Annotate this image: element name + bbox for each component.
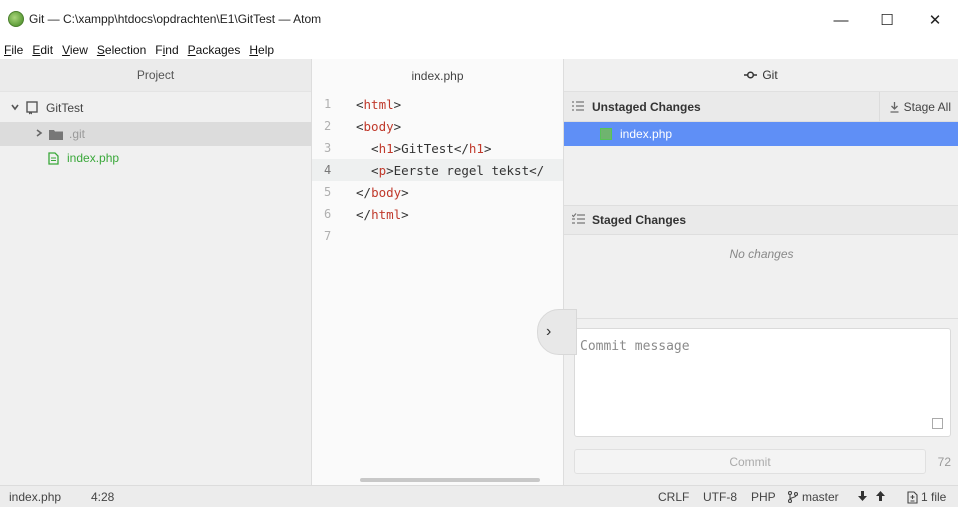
code-line[interactable]: 2 <body> [312,115,563,137]
staged-changes-title: Staged Changes [592,213,687,227]
staged-changes-header: Staged Changes [564,205,958,235]
code-line[interactable]: 1 <html> [312,93,563,115]
menu-file[interactable]: File [4,43,23,57]
commit-message-field[interactable]: Commit message [574,328,951,437]
git-commit-icon [744,70,758,80]
unstaged-changes-title: Unstaged Changes [592,99,701,114]
list-icon [564,100,592,114]
line-number: 4 [324,163,332,177]
close-button[interactable]: ✕ [912,0,958,40]
menu-find[interactable]: Find [155,43,178,57]
tree-root-label: GitTest [46,101,84,115]
line-number: 3 [324,141,332,155]
editor-pane[interactable]: index.php 1 <html> 2 <body> 3 <h1>GitTes… [312,59,563,485]
git-branch-icon [788,491,798,503]
menu-selection[interactable]: Selection [97,43,146,57]
arrow-down-icon[interactable] [858,491,867,501]
atom-app-icon [8,11,24,27]
commit-char-count: 72 [937,455,951,469]
download-icon [890,101,899,113]
chevron-right-icon[interactable] [32,128,46,141]
code-line[interactable]: 5 </body> [312,181,563,203]
window-title: Git — C:\xampp\htdocs\opdrachten\E1\GitT… [29,12,322,26]
unstaged-file-item[interactable]: index.php [564,122,958,146]
no-staged-changes-text: No changes [729,247,794,261]
status-changed-files-label: 1 file [921,490,947,504]
status-line-ending[interactable]: CRLF [658,490,689,504]
commit-message-placeholder: Commit message [580,339,690,354]
code-text: </html> [356,206,409,222]
commit-button[interactable]: Commit [574,449,926,474]
stage-all-button[interactable]: Stage All [878,92,958,122]
tree-root-gittest[interactable]: GitTest [0,96,312,120]
code-line[interactable]: 7 [312,225,563,247]
chevron-down-icon[interactable] [8,102,22,115]
menu-edit[interactable]: Edit [32,43,53,57]
line-number: 5 [324,185,332,199]
editor-tab-index-php[interactable]: index.php [312,59,563,92]
status-grammar[interactable]: PHP [751,490,776,504]
tree-item-index-php[interactable]: index.php [0,146,312,170]
repository-icon [26,101,38,115]
status-branch[interactable]: master [788,490,839,504]
diff-file-icon [907,490,918,504]
line-number: 7 [324,229,332,243]
dock-toggle-button[interactable]: › [537,309,577,355]
divider [564,318,958,319]
project-tree-panel: Project GitTest .git index.php [0,59,312,485]
code-line-current[interactable]: 4 <p>Eerste regel tekst</ [312,159,563,181]
tree-item-git-folder[interactable]: .git [0,122,312,146]
status-branch-label: master [802,490,839,504]
maximize-button[interactable]: ☐ [864,0,910,40]
menu-packages[interactable]: Packages [188,43,241,57]
status-file-name[interactable]: index.php [9,490,61,504]
menu-view[interactable]: View [62,43,88,57]
code-text: <body> [356,118,402,134]
push-pull-controls[interactable] [858,491,885,501]
file-added-icon [48,151,59,165]
code-text: <h1>GitTest</h1> [356,140,492,156]
status-encoding[interactable]: UTF-8 [703,490,737,504]
tree-item-label: index.php [67,151,120,165]
code-text: <p>Eerste regel tekst</ [356,162,545,178]
folder-icon [49,129,63,140]
status-cursor-position[interactable]: 4:28 [91,490,114,504]
menu-help[interactable]: Help [249,43,274,57]
horizontal-scrollbar[interactable] [360,478,540,482]
status-bar: index.php 4:28 CRLF UTF-8 PHP master 1 f… [0,485,958,507]
line-number: 1 [324,97,332,111]
chevron-right-icon: › [546,323,552,340]
status-changed-files[interactable]: 1 file [907,490,946,504]
arrow-up-icon[interactable] [876,491,885,501]
stage-all-label: Stage All [903,100,951,114]
code-line[interactable]: 3 <h1>GitTest</h1> [312,137,563,159]
code-text: </body> [356,184,409,200]
tree-header: Project [0,59,311,92]
menu-bar: File Edit View Selection Find Packages H… [0,40,958,59]
title-bar: Git — C:\xampp\htdocs\opdrachten\E1\GitT… [0,0,958,40]
unstaged-file-name: index.php [620,127,673,141]
minimize-button[interactable]: — [818,0,864,40]
file-added-icon [600,128,612,140]
code-text: <html> [356,96,402,112]
line-number: 2 [324,119,332,133]
git-tab-label: Git [762,68,778,82]
git-panel: Git Unstaged Changes Stage All index.php… [563,59,958,485]
expand-editor-icon[interactable] [932,418,943,429]
git-tab[interactable]: Git [564,59,958,92]
tree-item-label: .git [69,127,86,141]
unstaged-changes-header: Unstaged Changes Stage All [564,92,958,122]
checklist-icon [564,213,592,227]
code-line[interactable]: 6 </html> [312,203,563,225]
line-number: 6 [324,207,332,221]
